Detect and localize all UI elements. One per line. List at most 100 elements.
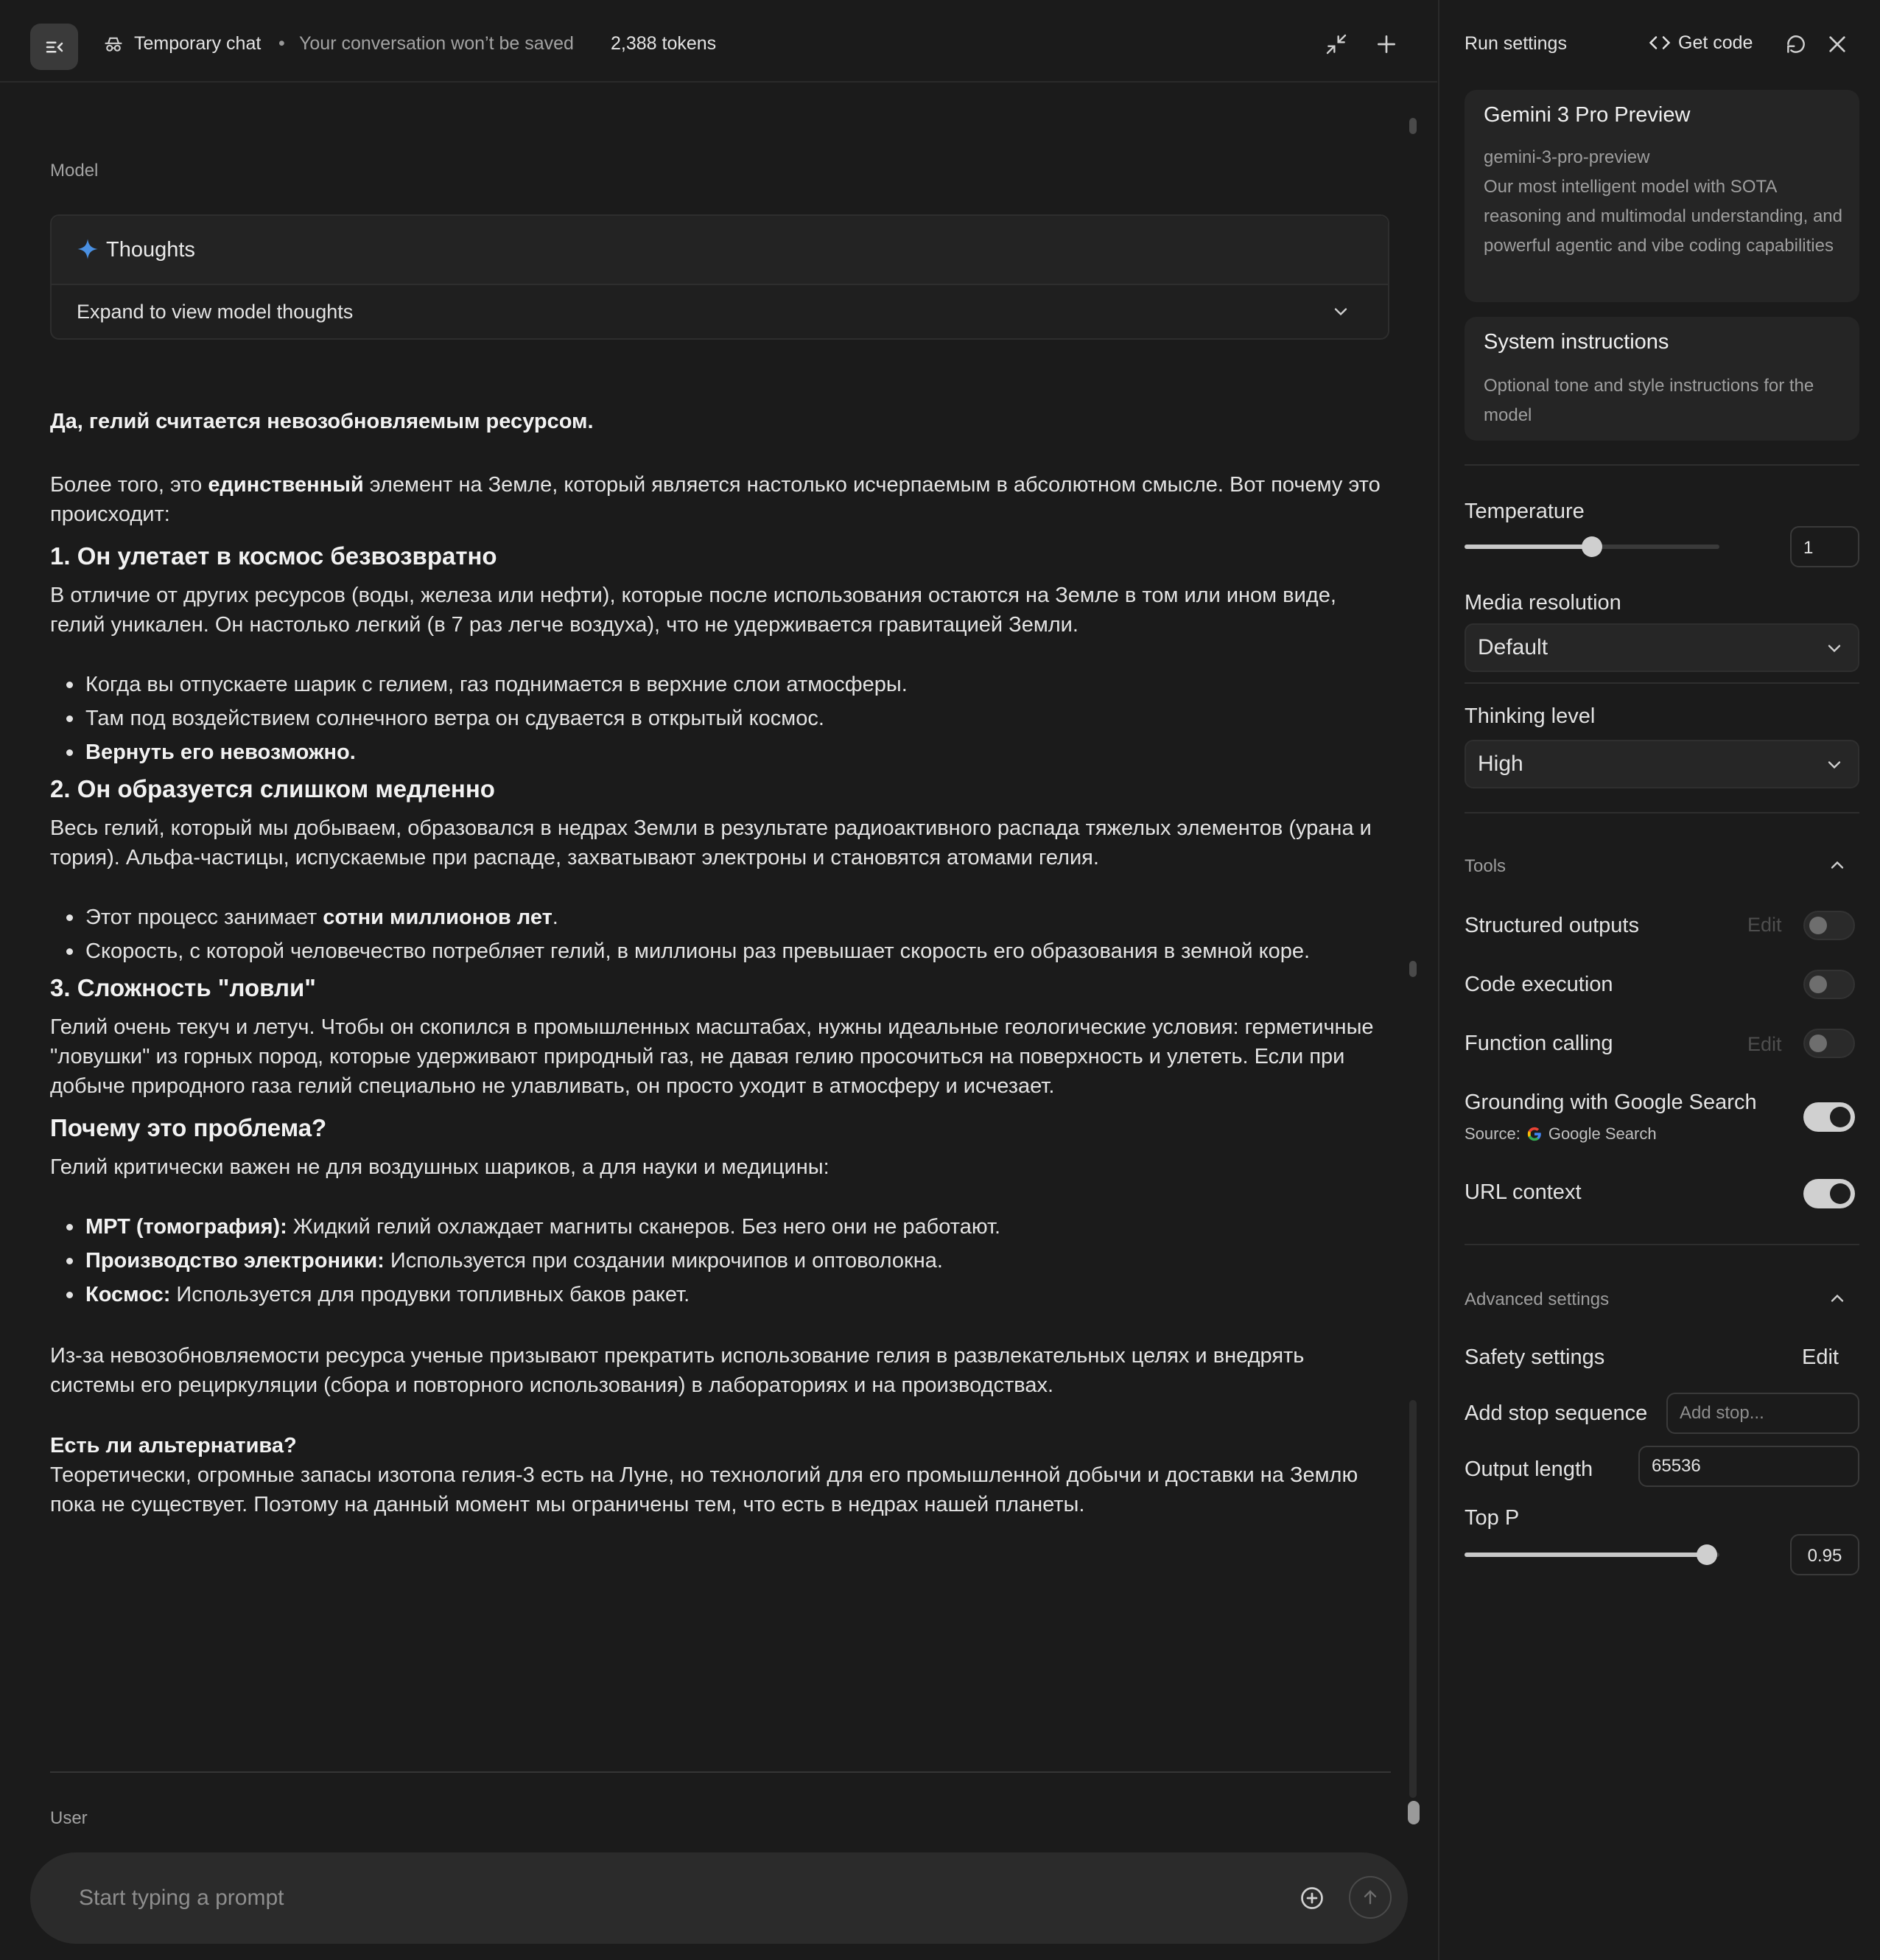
chevron-down-icon[interactable] [1330, 301, 1351, 322]
divider [1465, 1244, 1859, 1245]
thoughts-panel[interactable]: Thoughts Expand to view model thoughts [50, 214, 1389, 340]
code-icon [1649, 36, 1671, 49]
sparkle-icon [77, 239, 98, 259]
list-item: Скорость, с которой человечество потребл… [50, 934, 1391, 968]
section-heading: Почему это проблема? [50, 1114, 327, 1141]
google-g-icon [1527, 1127, 1541, 1141]
function-calling-edit[interactable]: Edit [1747, 1033, 1782, 1056]
thinking-level-select[interactable]: High [1465, 740, 1859, 788]
thinking-level-value: High [1478, 752, 1523, 776]
model-role-label: Model [50, 161, 99, 181]
structured-outputs-edit[interactable]: Edit [1747, 914, 1782, 937]
output-length-label: Output length [1465, 1457, 1593, 1481]
top-bar: Temporary chat • Your conversation won’t… [0, 0, 1437, 83]
response-paragraph: Гелий очень текуч и летуч. Чтобы он скоп… [50, 1015, 1374, 1098]
response-paragraph: Да, гелий считается невозобновляемым рес… [50, 410, 594, 433]
safety-settings-label: Safety settings [1465, 1345, 1605, 1369]
title-separator: • [278, 33, 285, 54]
structured-outputs-toggle[interactable] [1803, 911, 1855, 940]
model-description: Our most intelligent model with SOTA rea… [1484, 177, 1842, 256]
chevron-down-icon [1828, 761, 1841, 769]
temperature-slider-handle[interactable] [1582, 536, 1602, 557]
source-label: Source: [1465, 1124, 1521, 1143]
response-paragraph: В отличие от других ресурсов (воды, желе… [50, 584, 1336, 637]
section-heading: 2. Он образуется слишком медленно [50, 775, 495, 802]
scroll-marker[interactable] [1409, 961, 1417, 977]
menu-button[interactable] [30, 24, 78, 70]
system-instructions-title: System instructions [1484, 330, 1669, 354]
grounding-label: Grounding with Google Search [1465, 1091, 1757, 1114]
add-media-icon[interactable] [1299, 1885, 1325, 1911]
code-execution-toggle[interactable] [1803, 970, 1855, 999]
function-calling-label: Function calling [1465, 1032, 1613, 1055]
new-chat-icon[interactable] [1375, 32, 1398, 56]
scroll-marker[interactable] [1409, 118, 1417, 134]
response-paragraph: Теоретически, огромные запасы изотопа ге… [50, 1463, 1358, 1516]
bullet-list: Когда вы отпускаете шарик с гелием, газ … [50, 668, 1391, 769]
structured-outputs-label: Structured outputs [1465, 914, 1639, 937]
run-settings-panel: Run settings Get code Gemini 3 Pro Previ… [1438, 0, 1880, 1960]
section-heading: 1. Он улетает в космос безвозвратно [50, 542, 497, 570]
top-p-slider-handle[interactable] [1696, 1544, 1717, 1565]
toggle-knob [1809, 1035, 1827, 1052]
compare-icon[interactable] [1325, 32, 1348, 56]
scrollbar-thumb[interactable] [1408, 1801, 1420, 1824]
thinking-level-label: Thinking level [1465, 704, 1596, 728]
grounding-toggle[interactable] [1803, 1102, 1855, 1132]
reset-icon[interactable] [1784, 32, 1808, 56]
response-paragraph: Из-за невозобновляемости ресурса ученые … [50, 1344, 1305, 1397]
safety-settings-edit[interactable]: Edit [1802, 1345, 1839, 1370]
chevron-up-icon[interactable] [1827, 855, 1848, 875]
list-item: Космос: Используется для продувки топлив… [50, 1278, 1391, 1312]
incognito-icon [105, 37, 122, 52]
source-value: Google Search [1548, 1124, 1657, 1143]
user-role-label: User [50, 1808, 88, 1828]
list-item: Там под воздействием солнечного ветра он… [50, 701, 1391, 735]
message-divider [50, 1771, 1391, 1773]
tools-section-label: Tools [1465, 856, 1507, 876]
url-context-label: URL context [1465, 1180, 1582, 1204]
top-p-input[interactable]: 0.95 [1790, 1534, 1859, 1575]
arrow-up-icon [1364, 1890, 1377, 1905]
chevron-up-icon[interactable] [1827, 1288, 1848, 1309]
media-resolution-select[interactable]: Default [1465, 623, 1859, 672]
url-context-toggle[interactable] [1803, 1179, 1855, 1208]
chevron-down-icon [1828, 645, 1841, 653]
function-calling-toggle[interactable] [1803, 1029, 1855, 1058]
stop-sequence-input[interactable] [1666, 1393, 1859, 1434]
stop-sequence-label: Add stop sequence [1465, 1401, 1648, 1425]
chat-title: Temporary chat [134, 33, 262, 54]
chat-panel: Temporary chat • Your conversation won’t… [0, 0, 1437, 1960]
response-paragraph: Более того, это единственный элемент на … [50, 473, 1381, 526]
system-instructions-description: Optional tone and style instructions for… [1484, 376, 1814, 425]
code-execution-label: Code execution [1465, 973, 1613, 996]
model-selector-card[interactable]: Gemini 3 Pro Preview gemini-3-pro-previe… [1465, 90, 1859, 302]
top-p-label: Top P [1465, 1506, 1520, 1530]
model-name: Gemini 3 Pro Preview [1484, 103, 1691, 127]
temperature-label: Temperature [1465, 500, 1585, 523]
prompt-input[interactable] [79, 1883, 1258, 1913]
list-item: Когда вы отпускаете шарик с гелием, газ … [50, 668, 1391, 701]
thoughts-title: Thoughts [106, 238, 195, 262]
thoughts-expand-label[interactable]: Expand to view model thoughts [77, 301, 353, 323]
chat-subtitle: Your conversation won’t be saved [299, 33, 574, 54]
response-paragraph: Гелий критически важен не для воздушных … [50, 1155, 829, 1179]
menu-icon [46, 41, 63, 52]
model-id: gemini-3-pro-preview [1484, 147, 1650, 167]
get-code-label: Get code [1678, 32, 1753, 53]
close-icon[interactable] [1825, 32, 1849, 56]
scroll-marker-track[interactable] [1409, 1400, 1417, 1798]
get-code-button[interactable]: Get code [1649, 32, 1753, 54]
system-instructions-card[interactable]: System instructions Optional tone and st… [1465, 317, 1859, 441]
temperature-input[interactable]: 1 [1790, 526, 1859, 567]
divider [1465, 464, 1859, 466]
send-button[interactable] [1349, 1876, 1392, 1919]
model-response: Да, гелий считается невозобновляемым рес… [50, 398, 1391, 1519]
media-resolution-label: Media resolution [1465, 591, 1621, 615]
settings-title: Run settings [1465, 33, 1567, 54]
response-paragraph: Есть ли альтернатива? [50, 1434, 297, 1457]
thoughts-header: Thoughts [52, 216, 1388, 285]
toggle-knob [1830, 1107, 1851, 1127]
bullet-list: МРТ (томография): Жидкий гелий охлаждает… [50, 1210, 1391, 1312]
output-length-input[interactable] [1638, 1446, 1859, 1487]
